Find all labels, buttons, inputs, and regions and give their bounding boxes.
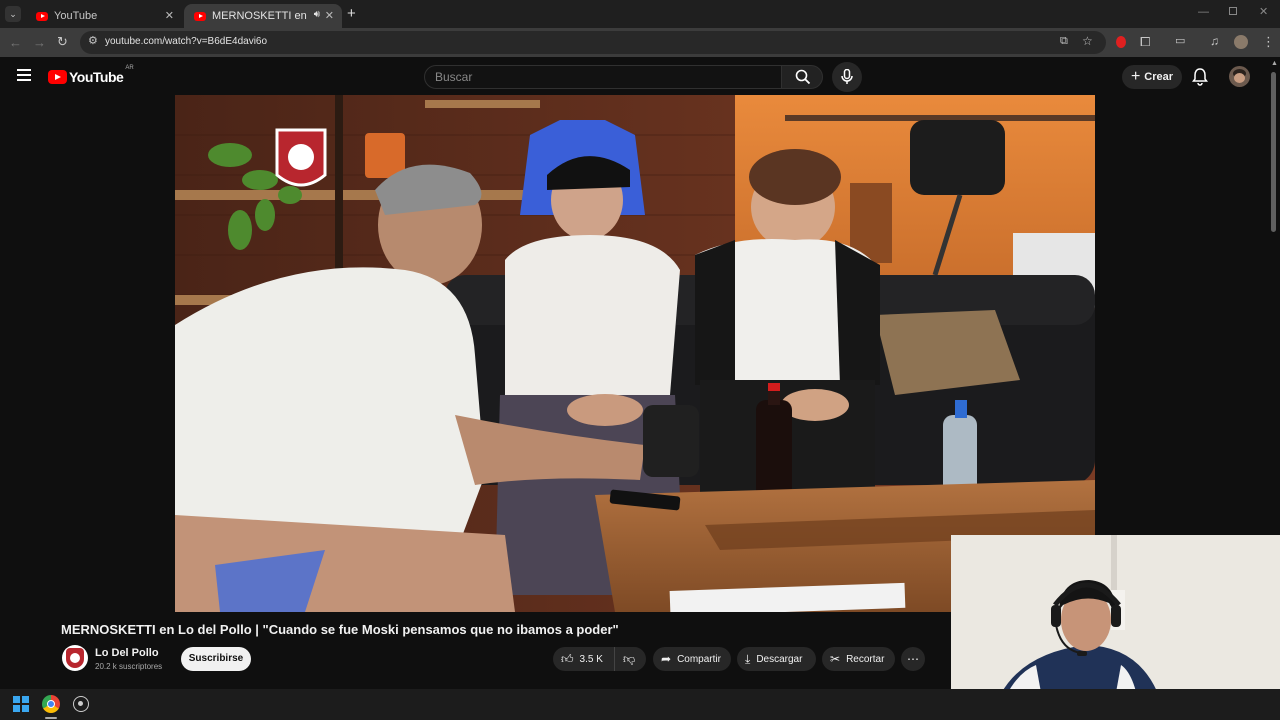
youtube-logo[interactable]: YouTube AR <box>48 65 134 85</box>
search-input[interactable]: Buscar <box>424 65 782 89</box>
more-horizontal-icon: ⋯ <box>907 652 919 666</box>
reload-icon[interactable]: ↻ <box>57 35 68 48</box>
youtube-header: YouTube AR Buscar + Crear <box>0 57 1280 95</box>
forward-icon[interactable]: → <box>33 36 46 49</box>
media-controls-icon[interactable]: ♫ <box>1210 35 1219 47</box>
restore-button[interactable] <box>1229 7 1237 15</box>
clip-button[interactable]: ✂ Recortar <box>822 647 895 671</box>
search-button[interactable] <box>781 65 823 89</box>
like-dislike-group: 👍︎ 3.5 K 👎︎ <box>553 647 646 671</box>
share-label: Compartir <box>677 653 721 665</box>
page-scrollbar[interactable]: ▲ <box>1270 60 1278 240</box>
search-icon <box>795 69 811 85</box>
subscribe-button[interactable]: Suscribirse <box>181 647 251 671</box>
tab-title: YouTube <box>54 10 98 22</box>
youtube-favicon-icon <box>36 11 48 21</box>
subscriber-count: 20.2 k suscriptores <box>95 662 163 671</box>
microphone-icon <box>841 69 853 84</box>
thumbs-down-icon: 👎︎ <box>623 651 636 666</box>
dislike-button[interactable]: 👎︎ <box>615 652 635 667</box>
minimize-button[interactable]: — <box>1198 6 1209 18</box>
youtube-favicon-icon <box>194 11 206 21</box>
browser-tab-bar: ⌄ YouTube ✕ MERNOSKETTI en Lo del Pollo … <box>0 0 1280 28</box>
tab-title: MERNOSKETTI en Lo del Pollo <box>212 10 308 22</box>
download-icon: ⤓ <box>745 651 751 666</box>
download-label: Descargar <box>756 653 803 665</box>
install-app-icon[interactable]: ⧉ <box>1060 36 1068 47</box>
speaker-icon[interactable]: 🔊︎ <box>314 9 320 20</box>
user-avatar[interactable] <box>1229 66 1250 87</box>
site-info-icon[interactable]: ⚙ <box>88 36 98 47</box>
cast-icon[interactable]: ▭ <box>1175 36 1185 47</box>
create-button[interactable]: + Crear <box>1122 65 1182 89</box>
like-count: 3.5 K <box>579 653 603 665</box>
windows-taskbar <box>0 689 1280 720</box>
chrome-taskbar-icon[interactable] <box>42 695 60 713</box>
url-text: youtube.com/watch?v=B6dE4davi6o <box>105 36 268 47</box>
profile-avatar[interactable] <box>1234 35 1248 49</box>
share-icon: ➦ <box>661 652 672 666</box>
logo-text: YouTube <box>69 69 124 85</box>
new-tab-button[interactable]: + <box>347 5 356 22</box>
thumbs-up-icon: 👍︎ <box>561 651 574 666</box>
region-code: AR <box>125 65 134 71</box>
create-label: Crear <box>1144 71 1174 83</box>
scissors-icon: ✂ <box>830 652 841 666</box>
browser-toolbar: ← → ↻ ⚙ youtube.com/watch?v=B6dE4davi6o … <box>0 28 1280 57</box>
tab-video[interactable]: MERNOSKETTI en Lo del Pollo 🔊︎ ✕ <box>184 4 342 28</box>
notifications-bell-icon[interactable] <box>1192 68 1208 86</box>
more-actions-button[interactable]: ⋯ <box>901 647 925 671</box>
close-window-button[interactable]: ✕ <box>1259 5 1268 18</box>
channel-avatar[interactable] <box>62 645 88 671</box>
tab-search-button[interactable]: ⌄ <box>5 6 21 22</box>
obs-taskbar-icon[interactable] <box>73 696 89 712</box>
clip-label: Recortar <box>846 653 885 665</box>
youtube-logo-icon <box>48 70 67 84</box>
close-icon[interactable]: ✕ <box>165 9 174 22</box>
back-icon[interactable]: ← <box>9 36 22 49</box>
hamburger-menu-icon[interactable] <box>17 69 31 81</box>
bookmark-star-icon[interactable]: ☆ <box>1082 35 1093 47</box>
video-title: MERNOSKETTI en Lo del Pollo | "Cuando se… <box>61 622 619 637</box>
voice-search-button[interactable] <box>832 62 862 92</box>
extension-record-icon[interactable] <box>1116 36 1126 48</box>
share-button[interactable]: ➦ Compartir <box>653 647 731 671</box>
like-button[interactable]: 👍︎ 3.5 K <box>553 647 615 671</box>
plus-icon: + <box>1130 68 1141 85</box>
windows-start-icon[interactable] <box>13 696 29 712</box>
close-icon[interactable]: ✕ <box>325 9 334 22</box>
extensions-icon[interactable]: ⧠ <box>1140 35 1150 48</box>
tab-youtube[interactable]: YouTube ✕ <box>26 4 182 28</box>
menu-kebab-icon[interactable]: ⋮ <box>1262 35 1275 48</box>
address-bar[interactable]: ⚙ youtube.com/watch?v=B6dE4davi6o ⧉ ☆ <box>80 31 1106 54</box>
active-app-indicator <box>45 717 57 719</box>
channel-name[interactable]: Lo Del Pollo <box>95 647 159 659</box>
download-button[interactable]: ⤓ Descargar <box>737 647 816 671</box>
